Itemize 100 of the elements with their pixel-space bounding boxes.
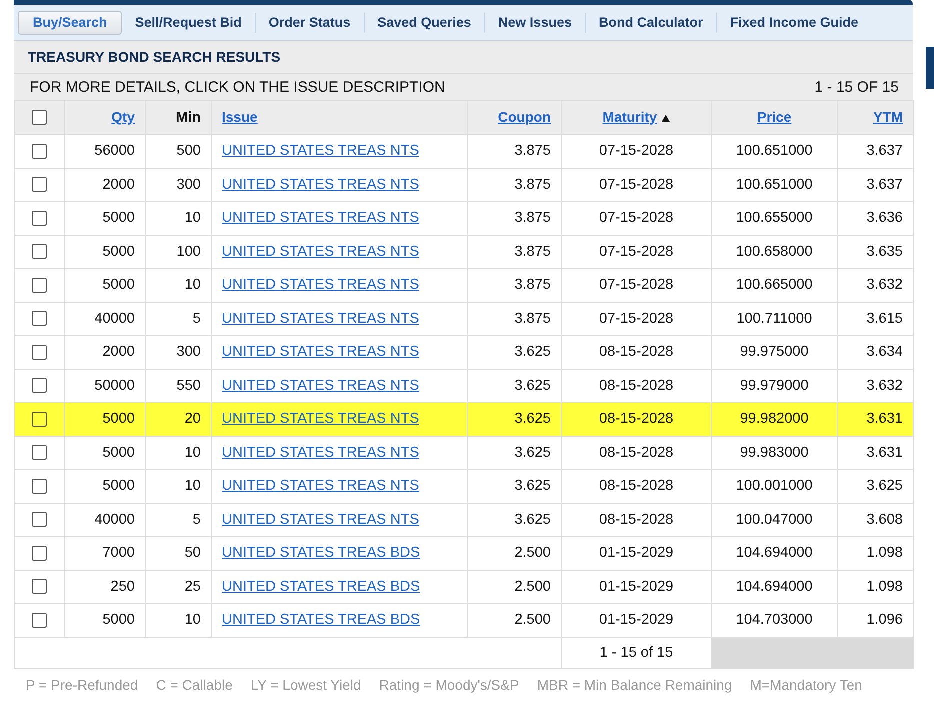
checkbox[interactable]	[32, 110, 47, 126]
checkbox[interactable]	[32, 546, 47, 561]
checkbox[interactable]	[32, 512, 47, 528]
table-cell: 20	[184, 411, 201, 428]
table-cell: 5000	[102, 444, 135, 461]
table-cell: 300	[176, 176, 201, 193]
table-cell: 100.651000	[736, 143, 813, 160]
table-cell: 10	[184, 478, 201, 494]
table-cell: 2.500	[514, 612, 551, 628]
checkbox[interactable]	[32, 244, 47, 260]
table-cell: 1.096	[866, 612, 903, 628]
legend-text: Rating = Moody's/S&P	[379, 676, 520, 692]
table-cell: 5000	[102, 210, 135, 226]
table-cell: 104.694000	[736, 578, 813, 595]
table-cell: 3.635	[866, 244, 903, 260]
table-cell: 3.632	[866, 378, 903, 394]
checkbox[interactable]	[32, 445, 47, 460]
table-cell: 08-15-2028	[599, 512, 674, 528]
column-header-link[interactable]: Price	[757, 109, 792, 125]
table-cell: 5000	[102, 478, 135, 494]
table-cell: 3.634	[866, 344, 903, 360]
table-cell: 3.625	[514, 378, 551, 394]
checkbox[interactable]	[32, 378, 47, 394]
table-cell: 3.632	[866, 277, 903, 294]
tab[interactable]: Order Status	[254, 12, 364, 32]
result-range: 1 - 15 OF 15	[814, 78, 899, 96]
table-cell: 1.098	[866, 545, 903, 562]
table-cell: 01-15-2029	[599, 612, 674, 628]
table-cell: 5000	[102, 612, 135, 628]
table-cell: 3.625	[514, 344, 551, 360]
tab[interactable]: Buy/Search	[18, 10, 122, 34]
table-cell: 99.983000	[740, 444, 809, 461]
column-header-link[interactable]: Qty	[112, 109, 135, 125]
checkbox[interactable]	[32, 579, 47, 594]
side-panel-edge	[926, 47, 934, 89]
table-cell: 07-15-2028	[599, 277, 674, 294]
table-cell: 104.694000	[736, 545, 813, 562]
table-cell: 100.001000	[736, 478, 813, 494]
table-cell: 08-15-2028	[599, 411, 674, 428]
checkbox[interactable]	[32, 311, 47, 326]
instruction-text: FOR MORE DETAILS, CLICK ON THE ISSUE DESCRIPTION	[30, 78, 446, 96]
table-cell: 56000	[94, 143, 135, 160]
table-cell: 3.875	[514, 310, 551, 327]
legend-text: LY = Lowest Yield	[250, 676, 362, 692]
table-cell: 5000	[102, 244, 135, 260]
table-cell: 3.631	[866, 444, 903, 461]
checkbox[interactable]	[32, 144, 47, 159]
table-cell: 100.655000	[736, 210, 813, 226]
tab[interactable]: Saved Queries	[364, 12, 484, 32]
column-header-link[interactable]: Issue	[222, 109, 258, 125]
table-cell: 10	[184, 444, 201, 461]
table-cell: 50	[184, 545, 201, 562]
column-header-link[interactable]: YTM	[873, 109, 903, 125]
table-cell: 07-15-2028	[599, 244, 674, 260]
table-cell: 3.625	[514, 444, 551, 461]
table-cell: 104.703000	[736, 612, 813, 628]
table-cell: 2.500	[514, 578, 551, 595]
table-cell: 3.608	[866, 512, 903, 528]
checkbox[interactable]	[32, 344, 47, 360]
table-cell: 250	[110, 578, 135, 595]
table-cell: 5	[192, 512, 201, 528]
legend-text: MBR = Min Balance Remaining	[537, 676, 732, 692]
tab[interactable]: Fixed Income Guide	[716, 12, 872, 32]
table-cell: 500	[176, 143, 201, 160]
legend-text: P = Pre-Refunded	[26, 676, 138, 692]
table-cell: 99.979000	[740, 378, 809, 394]
checkbox[interactable]	[32, 478, 47, 494]
table-cell: 3.875	[514, 277, 551, 294]
checkbox[interactable]	[32, 412, 47, 427]
table-cell: 3.875	[514, 176, 551, 193]
table-cell: 100.658000	[736, 244, 813, 260]
table-cell: 07-15-2028	[599, 210, 674, 226]
table-cell: 100.047000	[736, 512, 813, 528]
table-cell: 3.625	[514, 478, 551, 494]
table-cell: 01-15-2029	[599, 545, 674, 562]
column-header: Min	[176, 110, 201, 126]
tab[interactable]: Bond Calculator	[584, 12, 716, 32]
table-cell: 99.982000	[740, 411, 809, 428]
table-cell: 300	[176, 344, 201, 360]
tab[interactable]: New Issues	[484, 12, 585, 32]
table-cell: 7000	[102, 545, 135, 562]
column-header-link[interactable]: Maturity	[602, 109, 658, 125]
checkbox[interactable]	[32, 612, 47, 628]
table-cell: 3.625	[514, 411, 551, 428]
table-cell: 10	[184, 210, 201, 226]
table-cell: 07-15-2028	[599, 176, 674, 193]
table-cell: 2000	[102, 176, 135, 193]
table-cell: 3.875	[514, 244, 551, 260]
pagination-range: 1 - 15 of 15	[600, 644, 674, 660]
checkbox[interactable]	[32, 210, 47, 226]
table-cell: 100.711000	[736, 310, 812, 327]
table-cell: 08-15-2028	[599, 378, 674, 394]
table-cell: 3.625	[866, 478, 903, 494]
table-cell: 25	[184, 578, 201, 595]
table-cell: 07-15-2028	[599, 143, 674, 160]
checkbox[interactable]	[32, 177, 47, 192]
tab[interactable]: Sell/Request Bid	[122, 12, 255, 32]
checkbox[interactable]	[32, 278, 47, 293]
table-cell: 3.637	[866, 176, 903, 193]
table-cell: 100.651000	[736, 176, 813, 193]
